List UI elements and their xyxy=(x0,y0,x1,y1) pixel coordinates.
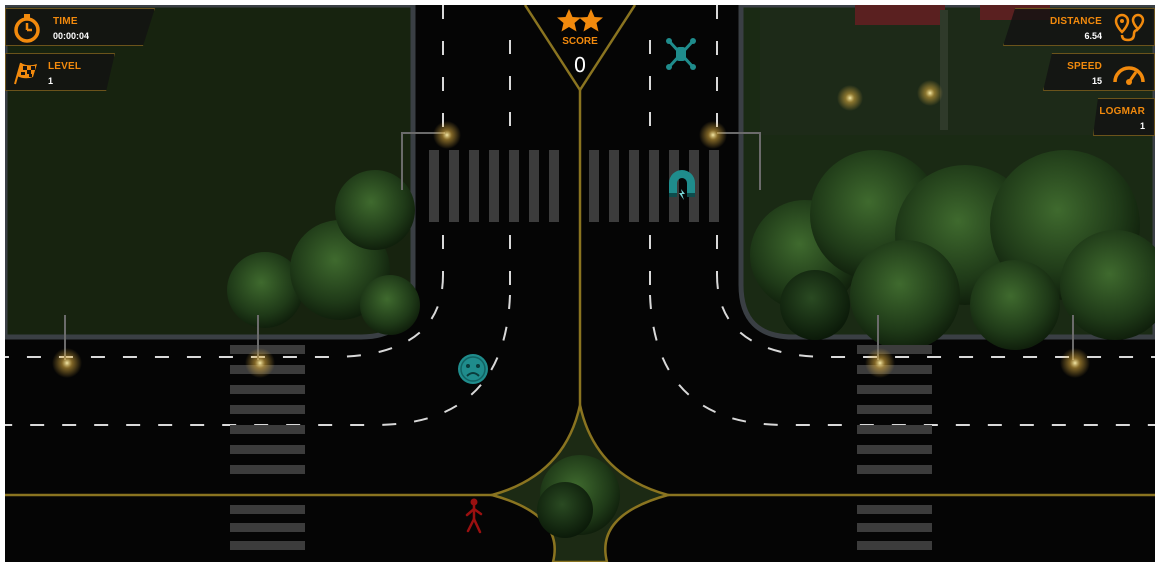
red-runner-icon[interactable] xyxy=(463,497,485,535)
level-panel: LEVEL 1 xyxy=(5,53,115,91)
sad-face-coin-icon[interactable] xyxy=(457,353,489,385)
crosswalk-right xyxy=(857,345,932,550)
time-value: 00:00:04 xyxy=(53,31,90,41)
speedometer-icon xyxy=(1113,66,1145,85)
time-panel: TIME 00:00:04 xyxy=(5,8,155,46)
speed-value: 15 xyxy=(1091,76,1102,86)
time-label: TIME xyxy=(53,16,78,27)
speed-panel: SPEED 15 xyxy=(1043,53,1155,91)
score-area: SCORE 0 xyxy=(525,5,635,95)
distance-label: DISTANCE xyxy=(1050,16,1102,27)
star-icon xyxy=(579,9,603,32)
stopwatch-icon xyxy=(14,14,40,43)
score-value: 0 xyxy=(573,53,587,77)
speed-label: SPEED xyxy=(1067,61,1102,72)
logmar-panel: LOGMAR 1 xyxy=(1093,98,1155,136)
route-pins-icon xyxy=(1114,13,1145,42)
distance-panel: DISTANCE 6.54 xyxy=(1003,8,1155,46)
level-label: LEVEL xyxy=(48,61,82,72)
score-label: SCORE xyxy=(562,36,598,47)
drone-icon[interactable] xyxy=(665,37,697,73)
checkered-flag-icon xyxy=(14,62,37,85)
logmar-label: LOGMAR xyxy=(1099,106,1145,117)
level-value: 1 xyxy=(48,76,54,86)
distance-value: 6.54 xyxy=(1084,31,1102,41)
score-stars xyxy=(557,9,603,32)
game-viewport[interactable]: TIME 00:00:04 LEVEL 1 DISTANCE 6.54 SPEE… xyxy=(5,5,1155,562)
game-screen: TIME 00:00:04 LEVEL 1 DISTANCE 6.54 SPEE… xyxy=(0,0,1158,567)
magnet-icon[interactable] xyxy=(665,167,699,203)
star-icon xyxy=(557,9,581,32)
logmar-value: 1 xyxy=(1139,121,1145,131)
